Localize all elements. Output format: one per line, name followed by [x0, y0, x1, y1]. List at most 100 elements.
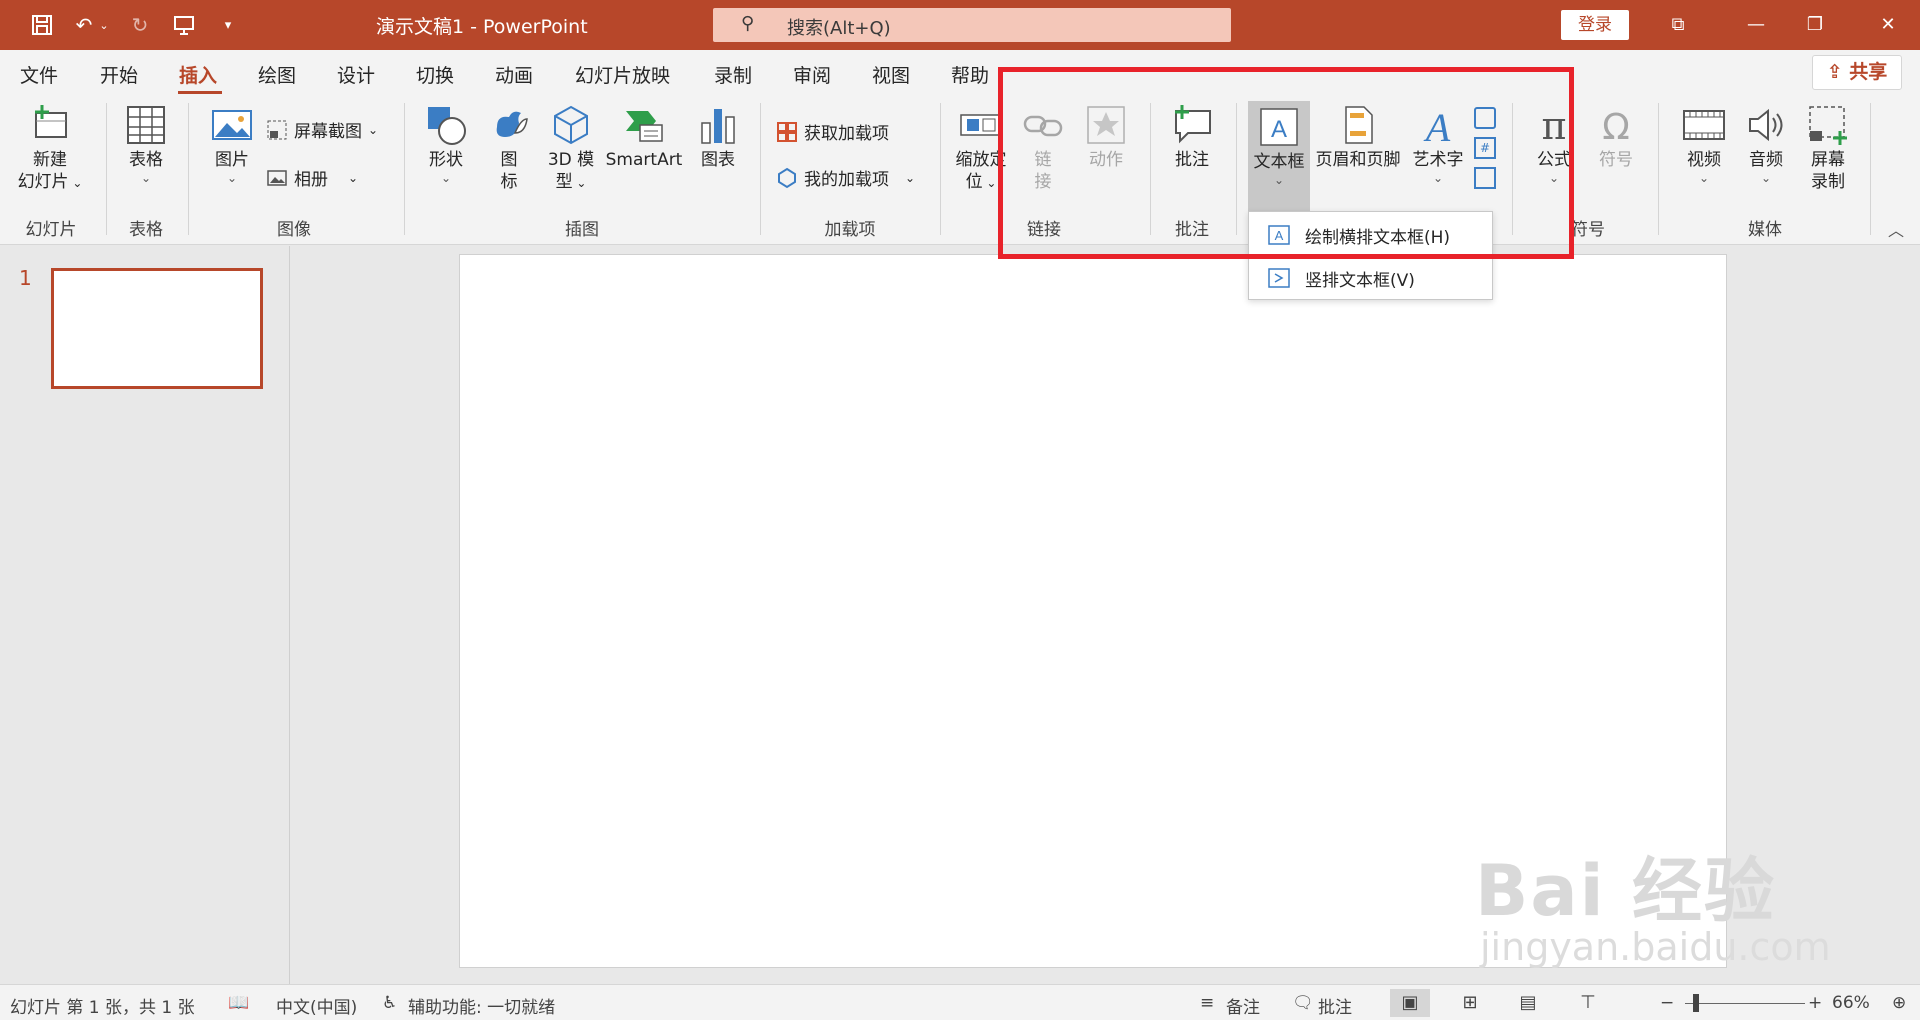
- tab-draw[interactable]: 绘图: [258, 61, 296, 88]
- tab-transitions[interactable]: 切换: [416, 61, 454, 88]
- get-addins-button[interactable]: 获取加载项: [776, 119, 889, 144]
- table-label: 表格: [129, 150, 163, 170]
- login-button[interactable]: 登录: [1561, 10, 1629, 40]
- accessibility-status[interactable]: 辅助功能: 一切就绪: [408, 993, 555, 1018]
- screen-recording-button[interactable]: 屏幕 录制: [1798, 103, 1858, 193]
- picture-label: 图片: [215, 150, 249, 170]
- tab-design[interactable]: 设计: [337, 61, 375, 88]
- my-addins-button[interactable]: 我的加载项 ⌄: [776, 165, 915, 190]
- omega-icon: Ω: [1602, 107, 1630, 147]
- symbol-label: 符号: [1599, 150, 1633, 170]
- chevron-down-icon: ⌄: [440, 171, 452, 185]
- slide-sorter-icon[interactable]: ⊞: [1450, 989, 1490, 1017]
- redo-icon[interactable]: ↻: [124, 9, 156, 41]
- album-button[interactable]: 相册 ⌄: [266, 165, 358, 190]
- tab-home[interactable]: 开始: [100, 61, 138, 88]
- audio-label: 音频: [1749, 150, 1783, 170]
- tab-help[interactable]: 帮助: [951, 61, 989, 88]
- shapes-icon: [428, 107, 466, 145]
- search-input[interactable]: ⚲ 搜索(Alt+Q): [713, 8, 1231, 42]
- icons-button[interactable]: 图 标: [484, 103, 534, 193]
- language-status[interactable]: 中文(中国): [276, 993, 357, 1018]
- comments-button[interactable]: 批注: [1318, 993, 1352, 1018]
- share-button[interactable]: ⇪ 共享: [1812, 55, 1902, 90]
- 3d-models-button[interactable]: 3D 模 型 ⌄: [542, 103, 600, 194]
- 3d-models-label1: 3D 模: [547, 150, 595, 170]
- zoom-level[interactable]: 66%: [1832, 993, 1870, 1013]
- group-addins-label: 加载项: [824, 220, 876, 240]
- album-label: 相册: [294, 170, 328, 190]
- minimize-icon[interactable]: —: [1738, 10, 1774, 40]
- normal-view-icon[interactable]: ▣: [1390, 989, 1430, 1017]
- watermark-logo: Bai 经验: [1475, 850, 1776, 932]
- smartart-button[interactable]: SmartArt: [604, 103, 684, 171]
- slide-info: 幻灯片 第 1 张，共 1 张: [10, 998, 195, 1018]
- tab-file[interactable]: 文件: [20, 61, 58, 88]
- reading-view-icon[interactable]: ▤: [1508, 989, 1548, 1017]
- tab-record[interactable]: 录制: [714, 61, 752, 88]
- zoom-icon: [960, 114, 1002, 136]
- chevron-down-icon: ⌄: [368, 122, 379, 137]
- tab-view[interactable]: 视图: [872, 61, 910, 88]
- separator: [404, 103, 405, 235]
- screenshot-button[interactable]: 屏幕截图 ⌄: [266, 117, 378, 142]
- screen-recording-label2: 录制: [1811, 172, 1845, 192]
- speaker-icon: [1749, 108, 1783, 142]
- chart-icon: [701, 109, 735, 144]
- fit-slide-icon[interactable]: ⊕: [1892, 993, 1906, 1013]
- customize-qat-icon[interactable]: ▾: [212, 9, 244, 41]
- group-images-label: 图像: [277, 220, 311, 240]
- zoom-out-icon[interactable]: −: [1660, 993, 1674, 1013]
- table-button[interactable]: 表格 ⌄: [118, 103, 174, 185]
- picture-button[interactable]: 图片 ⌄: [204, 103, 260, 185]
- spelling-icon[interactable]: 📖: [228, 993, 249, 1013]
- slide-thumbnail[interactable]: [51, 268, 263, 389]
- restore-icon[interactable]: ❐: [1797, 10, 1833, 40]
- present-icon[interactable]: [168, 9, 200, 41]
- table-icon: [127, 106, 165, 144]
- picture-icon: [212, 110, 252, 140]
- zoom-slider[interactable]: [1685, 1003, 1805, 1004]
- new-slide-label2: 幻灯片: [17, 172, 69, 192]
- video-button[interactable]: 视频 ⌄: [1676, 103, 1732, 185]
- close-icon[interactable]: ✕: [1870, 10, 1906, 40]
- ribbon-display-icon[interactable]: ⧉: [1660, 10, 1696, 40]
- comments-icon[interactable]: 🗨: [1292, 993, 1314, 1013]
- chart-button[interactable]: 图表: [690, 103, 746, 171]
- tab-slideshow[interactable]: 幻灯片放映: [575, 61, 670, 88]
- collapse-ribbon-icon[interactable]: ︿: [1888, 217, 1904, 241]
- group-tables-label: 表格: [129, 220, 163, 240]
- zoom-in-icon[interactable]: +: [1808, 993, 1822, 1013]
- search-icon: ⚲: [741, 13, 755, 34]
- tab-insert[interactable]: 插入: [179, 61, 217, 88]
- new-slide-button[interactable]: 新建 幻灯片 ⌄: [12, 103, 88, 194]
- album-icon: [267, 169, 287, 186]
- svg-text:Ω: Ω: [1602, 107, 1630, 147]
- chevron-down-icon: ⌄: [140, 171, 152, 185]
- video-icon: [1683, 110, 1725, 140]
- ribbon: 新建 幻灯片 ⌄ 幻灯片 表格 ⌄ 表格 图片 ⌄ 屏幕截图 ⌄ 相册 ⌄ 图像 形…: [0, 95, 1920, 245]
- separator: [760, 103, 761, 235]
- separator: [1870, 103, 1871, 235]
- notes-button[interactable]: 备注: [1226, 993, 1260, 1018]
- save-icon[interactable]: [26, 9, 58, 41]
- accessibility-icon[interactable]: ♿: [382, 993, 397, 1013]
- slideshow-view-icon[interactable]: ⊤: [1568, 989, 1608, 1017]
- tab-animations[interactable]: 动画: [495, 61, 533, 88]
- notes-icon[interactable]: ≡: [1200, 993, 1214, 1013]
- active-tab-indicator: [178, 91, 222, 94]
- audio-button[interactable]: 音频 ⌄: [1738, 103, 1794, 185]
- vertical-textbox-item[interactable]: 竖排文本框(V): [1249, 257, 1494, 299]
- zoom-slider-thumb[interactable]: [1693, 994, 1699, 1012]
- shapes-button[interactable]: 形状 ⌄: [418, 103, 474, 185]
- symbol-button[interactable]: Ω 符号: [1588, 103, 1644, 171]
- slide-thumbnail-pane: 1: [0, 246, 290, 984]
- vertical-textbox-label: 竖排文本框(V): [1305, 270, 1415, 291]
- separator: [188, 103, 189, 235]
- share-label: 共享: [1849, 61, 1888, 83]
- undo-dropdown-icon[interactable]: ⌄: [96, 9, 112, 41]
- tab-review[interactable]: 审阅: [793, 61, 831, 88]
- search-placeholder: 搜索(Alt+Q): [787, 18, 891, 39]
- menu-bar: 文件 开始 插入 绘图 设计 切换 动画 幻灯片放映 录制 审阅 视图 帮助: [0, 50, 1920, 95]
- 3d-models-label2: 型: [555, 172, 573, 192]
